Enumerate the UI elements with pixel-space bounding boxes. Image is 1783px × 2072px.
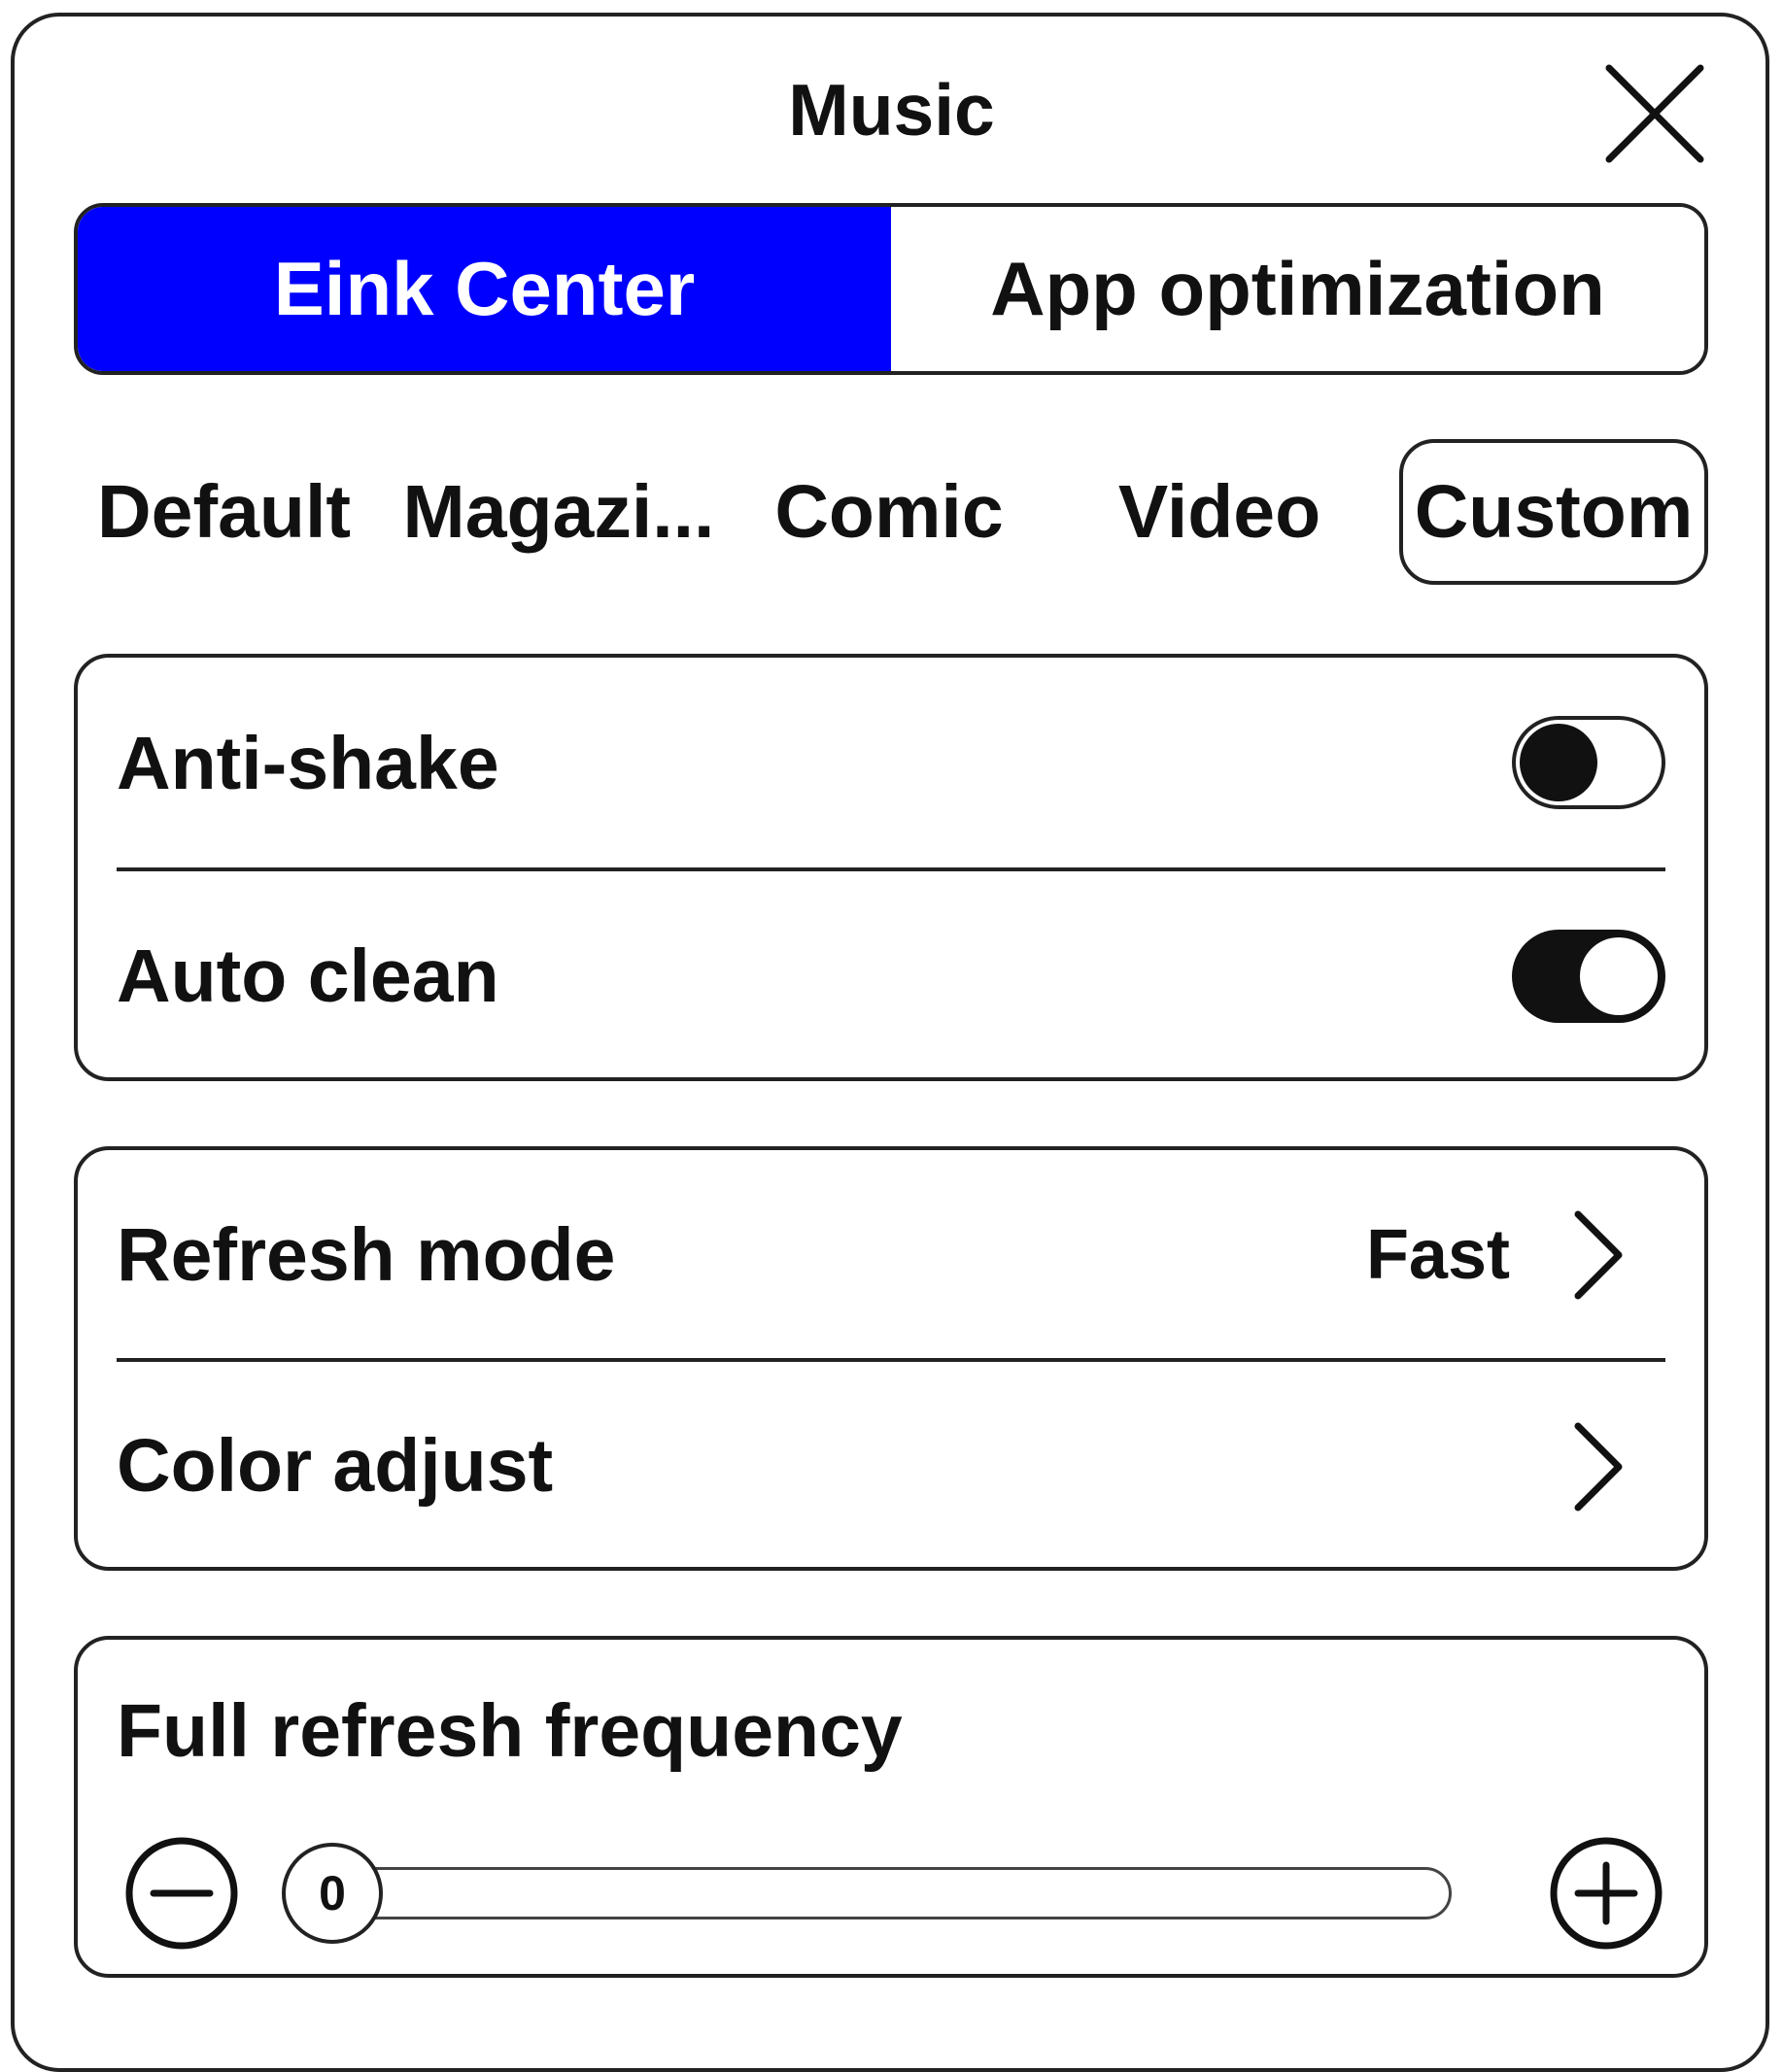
toggle-knob <box>1580 937 1658 1015</box>
frequency-slider-thumb[interactable]: 0 <box>282 1843 383 1944</box>
color-adjust-label: Color adjust <box>117 1424 554 1508</box>
tab-eink-center[interactable]: Eink Center <box>78 207 891 371</box>
chevron-right-icon <box>1574 1210 1623 1300</box>
refresh-mode-row[interactable]: Refresh mode Fast <box>78 1150 1704 1360</box>
plus-circle-icon <box>1550 1837 1663 1950</box>
toggles-card: Anti-shake Auto clean <box>74 654 1708 1081</box>
frequency-card: Full refresh frequency 0 <box>74 1636 1708 1978</box>
mode-tab-default[interactable]: Default <box>95 439 353 585</box>
close-icon <box>1605 64 1704 163</box>
settings-card: Refresh mode Fast Color adjust <box>74 1146 1708 1571</box>
mode-tabs: Default Magazi... Comic Video Custom <box>0 439 1783 585</box>
dialog-title: Music <box>788 69 995 151</box>
refresh-mode-label: Refresh mode <box>117 1212 616 1297</box>
anti-shake-label: Anti-shake <box>117 721 499 805</box>
anti-shake-row: Anti-shake <box>78 658 1704 869</box>
anti-shake-toggle[interactable] <box>1512 716 1665 809</box>
auto-clean-toggle[interactable] <box>1512 930 1665 1023</box>
minus-circle-icon <box>125 1837 238 1950</box>
frequency-label: Full refresh frequency <box>117 1689 903 1773</box>
decrease-button[interactable] <box>124 1836 239 1951</box>
mode-tab-custom[interactable]: Custom <box>1399 439 1708 585</box>
mode-tab-video[interactable]: Video <box>1108 439 1331 585</box>
category-segmented-control: Eink Center App optimization <box>74 203 1708 375</box>
frequency-slider-track[interactable] <box>291 1867 1452 1919</box>
mode-tab-comic[interactable]: Comic <box>768 439 1011 585</box>
increase-button[interactable] <box>1549 1836 1663 1951</box>
close-button[interactable] <box>1601 60 1708 167</box>
color-adjust-row[interactable]: Color adjust <box>78 1362 1704 1571</box>
refresh-mode-value: Fast <box>1365 1216 1510 1294</box>
chevron-right-icon <box>1574 1422 1623 1512</box>
mode-tab-magazine[interactable]: Magazi... <box>398 439 719 585</box>
toggle-knob <box>1520 724 1597 801</box>
auto-clean-label: Auto clean <box>117 934 499 1018</box>
tab-app-optimization[interactable]: App optimization <box>891 207 1704 371</box>
auto-clean-row: Auto clean <box>78 871 1704 1081</box>
